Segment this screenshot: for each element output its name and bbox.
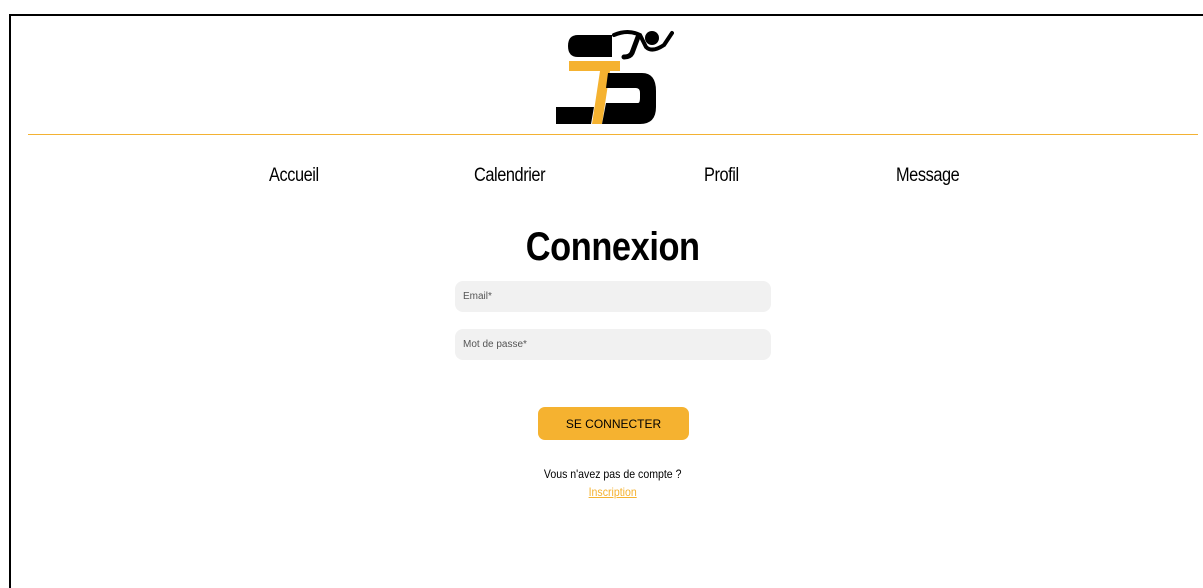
password-field[interactable] — [455, 329, 771, 360]
sts-runner-logo-icon[interactable] — [554, 27, 674, 127]
nav-item-message[interactable]: Message — [896, 165, 960, 187]
email-field[interactable] — [455, 281, 771, 312]
nav-item-accueil[interactable]: Accueil — [269, 165, 319, 187]
page-title: Connexion — [525, 225, 700, 269]
signup-link[interactable]: Inscription — [83, 484, 1142, 500]
login-button[interactable]: SE CONNECTER — [538, 407, 689, 440]
page-frame: Accueil Calendrier Profil Message Connex… — [9, 14, 1203, 588]
no-account-text: Vous n'avez pas de compte ? — [543, 467, 682, 481]
header-divider — [28, 134, 1198, 135]
nav-item-calendrier[interactable]: Calendrier — [474, 165, 546, 187]
nav-item-profil[interactable]: Profil — [704, 165, 739, 187]
